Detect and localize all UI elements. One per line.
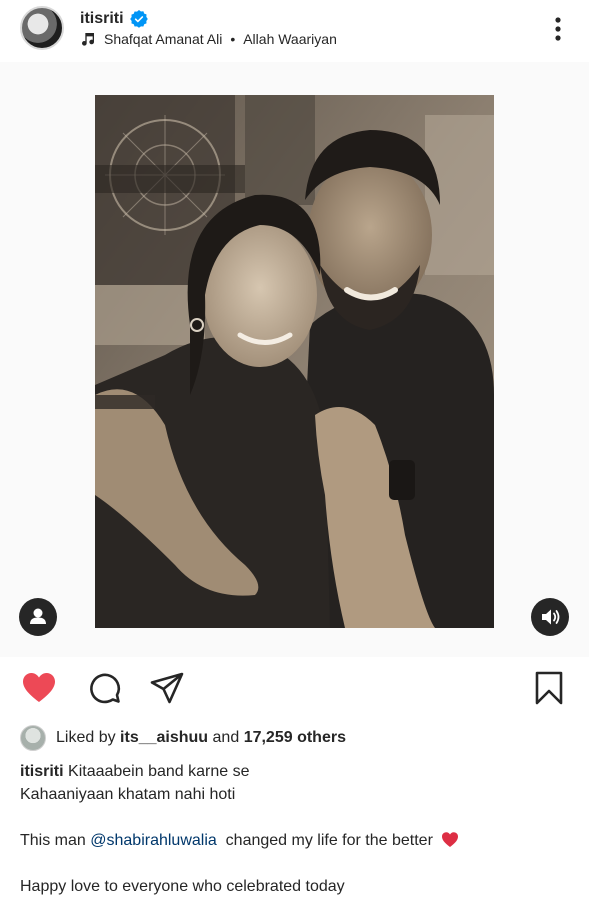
action-bar (0, 662, 589, 712)
caption-line-1: itisriti Kitaaabein band karne se (20, 760, 575, 783)
post-username[interactable]: itisriti (80, 10, 124, 28)
music-song: Allah Waariyan (243, 31, 337, 47)
sound-toggle-button[interactable] (531, 598, 569, 636)
post-media[interactable] (0, 62, 589, 657)
music-artist: Shafqat Amanat Ali (104, 31, 223, 47)
bookmark-icon[interactable] (531, 670, 567, 706)
caption-mention[interactable]: @shabirahluwalia (90, 832, 217, 849)
red-heart-emoji-icon (442, 832, 459, 847)
liker-avatar (20, 725, 46, 751)
verified-badge-icon (129, 10, 148, 28)
post-photo[interactable] (95, 95, 494, 628)
likes-user[interactable]: its__aishuu (120, 729, 208, 746)
profile-avatar[interactable] (20, 6, 64, 50)
caption-text-1: Kitaaabein band karne se (68, 763, 250, 780)
caption-text-3a: This man (20, 832, 86, 849)
music-separator: • (230, 31, 236, 47)
photo-image (95, 95, 494, 628)
send-icon[interactable] (149, 670, 185, 706)
heart-icon[interactable] (21, 670, 57, 706)
comment-icon[interactable] (86, 670, 122, 706)
sound-icon (542, 609, 560, 625)
likes-summary[interactable]: Liked by its__aishuu and 17,259 others (20, 724, 346, 752)
music-info[interactable]: Shafqat Amanat Ali • Allah Waariyan (80, 30, 337, 48)
post-header: itisriti Shafqat Amanat Ali • Allah Waar… (0, 0, 589, 62)
likes-and: and (212, 729, 240, 746)
caption-text-3b: changed my life for the better (225, 832, 433, 849)
likes-others[interactable]: 17,259 others (244, 729, 346, 746)
more-vertical-icon[interactable] (548, 14, 568, 44)
likes-prefix: Liked by (56, 729, 116, 746)
caption-username[interactable]: itisriti (20, 763, 64, 780)
caption-line-4: Happy love to everyone who celebrated to… (20, 878, 345, 895)
likes-text: Liked by its__aishuu and 17,259 others (56, 729, 346, 747)
music-note-icon (82, 33, 94, 46)
tagged-people-button[interactable] (19, 598, 57, 636)
person-icon (30, 608, 46, 624)
post-caption: itisriti Kitaaabein band karne se Kahaan… (20, 760, 575, 898)
username-row: itisriti (80, 9, 148, 29)
caption-line-3: This man @shabirahluwalia changed my lif… (20, 829, 575, 852)
caption-line-2: Kahaaniyaan khatam nahi hoti (20, 786, 236, 803)
